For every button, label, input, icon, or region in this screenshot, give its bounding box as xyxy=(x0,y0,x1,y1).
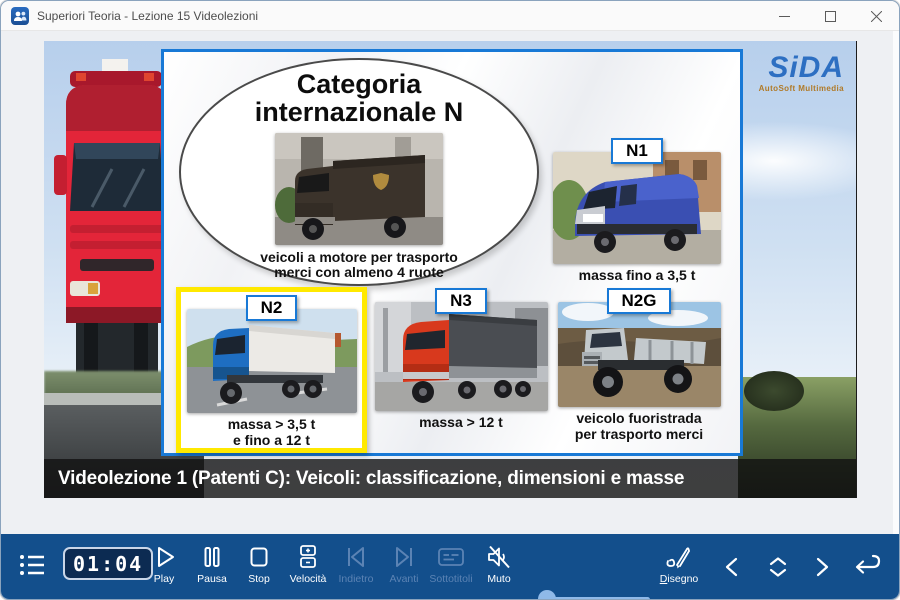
app-window: Superiori Teoria - Lezione 15 Videolezio… xyxy=(0,0,900,600)
pause-button[interactable]: Pausa xyxy=(187,544,237,585)
play-icon xyxy=(151,544,177,570)
window-edge-strip xyxy=(893,31,899,536)
slider-thumb[interactable] xyxy=(538,590,556,600)
prev-page-button[interactable] xyxy=(719,552,745,587)
definition-line2: merci con almeno 4 ruote xyxy=(260,265,458,281)
n2-photo xyxy=(187,309,357,413)
brand-tagline: AutoSoft Multimedia xyxy=(759,85,844,93)
play-button[interactable]: Play xyxy=(139,544,189,585)
slide-title-line2: internazionale N xyxy=(255,98,464,126)
n2g-label: N2G xyxy=(607,288,672,314)
next-page-button[interactable] xyxy=(809,552,835,587)
brand-logo: SiDA AutoSoft Multimedia xyxy=(759,53,844,93)
chevron-up-down-icon xyxy=(763,552,793,582)
n1-label: N1 xyxy=(611,138,663,164)
maximize-button[interactable] xyxy=(807,1,853,31)
stop-button[interactable]: Stop xyxy=(234,544,284,585)
category-card-n3: N3 xyxy=(371,288,551,431)
n3-label: N3 xyxy=(435,288,487,314)
subtitles-icon xyxy=(437,544,465,570)
n2-label: N2 xyxy=(246,295,298,321)
chevron-right-icon xyxy=(809,552,835,582)
definition-line1: veicoli a motore per trasporto xyxy=(260,250,458,266)
n3-caption: massa > 12 t xyxy=(419,415,503,431)
n-category-definition: veicoli a motore per trasporto merci con… xyxy=(260,250,458,281)
skip-forward-icon xyxy=(390,544,418,570)
n2g-photo xyxy=(558,302,721,407)
draw-button[interactable]: Disegno xyxy=(649,544,709,585)
video-frame[interactable]: SiDA AutoSoft Multimedia Categoria inter… xyxy=(44,41,857,498)
expand-menu-button[interactable] xyxy=(763,552,793,587)
category-card-n2g: N2G xyxy=(554,288,724,442)
minimize-button[interactable] xyxy=(761,1,807,31)
draw-pen-icon xyxy=(665,544,693,570)
chapters-list-icon xyxy=(17,551,47,579)
lesson-slide: Categoria internazionale N xyxy=(161,49,743,456)
titlebar: Superiori Teoria - Lezione 15 Videolezio… xyxy=(1,1,899,31)
window-controls xyxy=(761,1,899,31)
stop-icon xyxy=(246,544,272,570)
chapters-button[interactable] xyxy=(17,551,47,579)
n2-caption: massa > 3,5 t e fino a 12 t xyxy=(228,417,316,448)
category-card-n1: N1 xyxy=(549,138,725,284)
content-area: SiDA AutoSoft Multimedia Categoria inter… xyxy=(1,31,900,536)
bush xyxy=(744,371,804,411)
mute-button[interactable]: Muto xyxy=(474,544,524,585)
return-button[interactable] xyxy=(849,550,883,587)
slide-title-line1: Categoria xyxy=(255,70,464,98)
brand-name: SiDA xyxy=(759,53,844,83)
n1-caption: massa fino a 3,5 t xyxy=(579,268,696,284)
pause-icon xyxy=(199,544,225,570)
return-arrow-icon xyxy=(849,550,883,582)
n2g-caption: veicolo fuoristrada per trasporto merci xyxy=(575,411,703,442)
main-definition-ellipse: Categoria internazionale N xyxy=(179,58,539,286)
app-icon xyxy=(11,7,29,25)
video-subtitle: Videolezione 1 (Patenti C): Veicoli: cla… xyxy=(58,468,684,490)
n1-photo xyxy=(553,152,721,264)
speed-plus-minus-icon xyxy=(295,544,321,570)
n3-photo xyxy=(375,302,548,411)
skip-back-icon xyxy=(342,544,370,570)
player-toolbar: 01:04 Play Pausa Stop xyxy=(1,534,900,599)
chevron-left-icon xyxy=(719,552,745,582)
slide-title: Categoria internazionale N xyxy=(255,70,464,127)
n-category-photo xyxy=(275,133,443,245)
video-subtitle-bar: Videolezione 1 (Patenti C): Veicoli: cla… xyxy=(44,459,856,498)
mute-speaker-icon xyxy=(485,544,513,570)
category-card-n2-highlight: N2 xyxy=(176,287,367,453)
volume-slider[interactable] xyxy=(538,590,650,600)
category-card-n2: N2 xyxy=(181,292,362,448)
close-button[interactable] xyxy=(853,1,899,31)
window-title: Superiori Teoria - Lezione 15 Videolezio… xyxy=(37,9,258,23)
